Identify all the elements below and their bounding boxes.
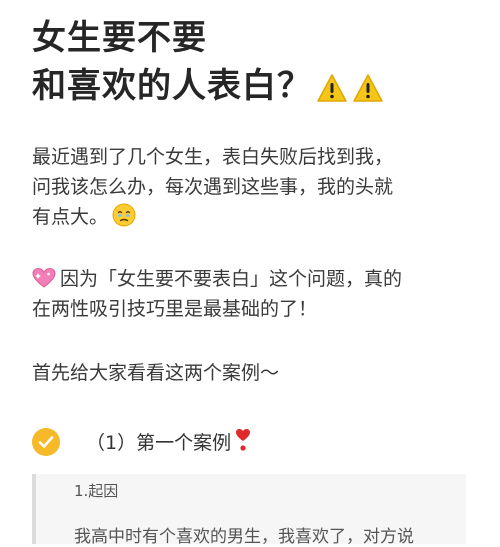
lead-paragraph: 首先给大家看看这两个案例～ — [32, 358, 472, 388]
point-line-1: 因为「女生要不要表白」这个问题，真的 — [60, 268, 403, 290]
holding-back-tears-icon — [112, 203, 136, 227]
check-icon — [32, 428, 60, 456]
case-quote-box: 1.起因 我高中时有个喜欢的男生，我喜欢了，对方说 — [32, 474, 466, 547]
intro-line-3: 有点大。 — [32, 206, 109, 228]
point-line-2: 在两性吸引技巧里是最基础的了！ — [32, 298, 318, 320]
quote-partial-text: 我高中时有个喜欢的男生，我喜欢了，对方说 — [74, 527, 414, 547]
point-line-1-wrap: 因为「女生要不要表白」这个问题，真的 — [32, 264, 472, 294]
intro-line-2: 问我该怎么办，每次遇到这些事，我的头就 — [32, 176, 394, 198]
sparkling-heart-icon — [32, 267, 56, 289]
lead-line: 首先给大家看看这两个案例～ — [32, 362, 280, 384]
section-label-wrap: （1）第一个案例 — [86, 428, 251, 457]
section-heading: （1）第一个案例 — [32, 426, 251, 458]
page-title: 女生要不要 和喜欢的人表白？ — [32, 14, 472, 110]
heart-exclamation-icon — [235, 428, 251, 457]
quote-heading: 1.起因 — [74, 482, 119, 500]
warning-icon — [352, 73, 384, 103]
title-line-1: 女生要不要 — [32, 18, 207, 58]
intro-line-1: 最近遇到了几个女生，表白失败后找到我， — [32, 146, 394, 168]
point-paragraph: 因为「女生要不要表白」这个问题，真的 在两性吸引技巧里是最基础的了！ — [32, 264, 472, 324]
title-line-2: 和喜欢的人表白？ — [32, 62, 472, 110]
intro-paragraph: 最近遇到了几个女生，表白失败后找到我， 问我该怎么办，每次遇到这些事，我的头就 … — [32, 142, 472, 232]
warning-icon — [316, 73, 348, 103]
section-label: （1）第一个案例 — [86, 431, 232, 454]
title-line-2-text: 和喜欢的人表白？ — [32, 66, 312, 106]
intro-line-3-wrap: 有点大。 — [32, 202, 472, 232]
